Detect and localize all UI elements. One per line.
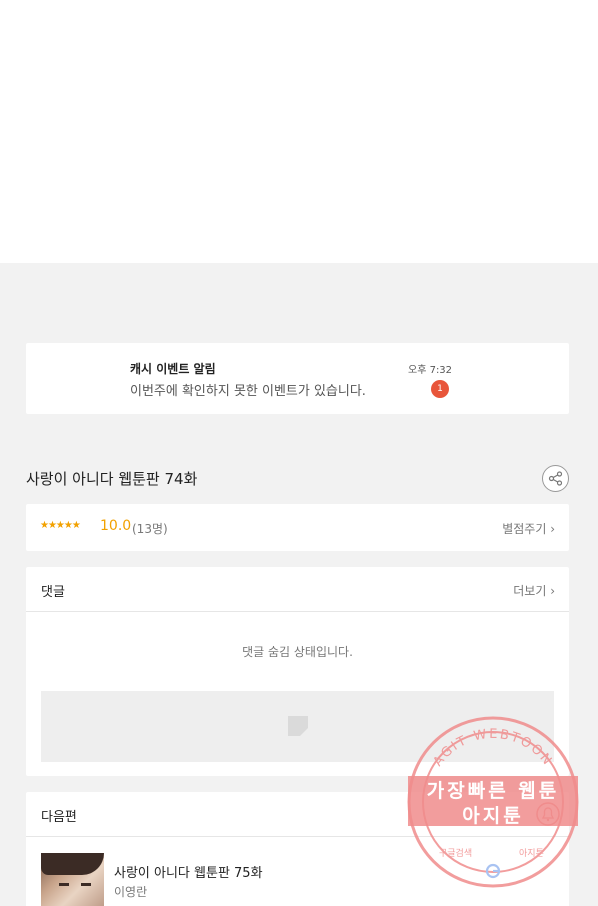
next-episode-author: 이영란 [114,885,148,899]
notification-time: 오후 7:32 [408,365,453,376]
comments-title: 댓글 [41,585,65,600]
notification-card[interactable]: 캐시 이벤트 알림 이번주에 확인하지 못한 이벤트가 있습니다. 오후 7:3… [26,343,569,414]
rating-count: (13명) [132,522,168,536]
bell-icon [536,802,560,826]
watermark-line1: 가장빠른 웹툰 [426,780,560,802]
next-episode-thumbnail[interactable] [41,853,104,906]
comments-more-button[interactable]: 더보기 › [513,582,555,599]
watermark-ring-right: 아지툰 [519,848,544,859]
next-episode-section-title: 다음편 [41,810,77,825]
next-episode-title[interactable]: 사랑이 아니다 웹툰판 75화 [114,862,263,881]
notification-badge: 1 [431,380,449,398]
share-button[interactable] [542,465,569,492]
watermark-ring-left: 구글검색 [439,847,472,859]
comments-hidden-message: 댓글 숨김 상태입니다. [242,645,353,659]
rating-card: ★★★★★ 10.0 (13명) 별점주기 › [26,504,569,551]
share-icon [548,471,563,486]
comments-header: 댓글 더보기 › [26,567,569,612]
notification-body: 이번주에 확인하지 못한 이벤트가 있습니다. [130,384,366,399]
star-rating-icon: ★★★★★ [40,520,81,531]
notification-title: 캐시 이벤트 알림 [130,362,216,376]
image-placeholder-icon [288,716,308,736]
rate-button[interactable]: 별점주기 › [502,520,555,537]
rating-score: 10.0 [100,518,132,534]
watermark-ring-top: AGIT WEBTOON [431,727,554,769]
episode-title: 사랑이 아니다 웹툰판 74화 [26,470,198,488]
content-image-area [0,0,598,263]
svg-text:AGIT WEBTOON: AGIT WEBTOON [431,727,556,769]
